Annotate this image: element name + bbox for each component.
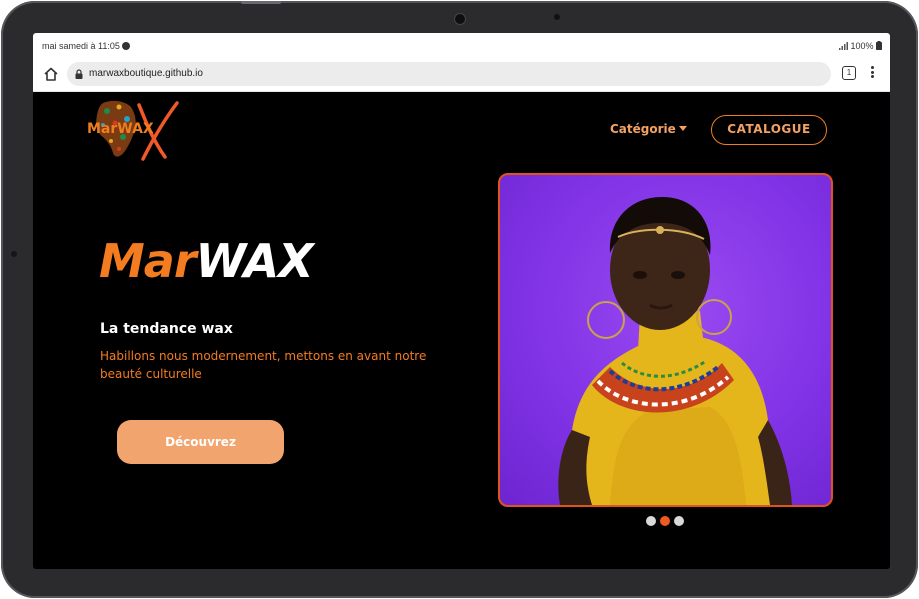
logo-text: MarWAX xyxy=(87,121,154,137)
carousel-indicators xyxy=(646,516,686,526)
hero-image xyxy=(498,173,833,507)
lock-icon xyxy=(75,69,83,79)
carousel-dot-2[interactable] xyxy=(660,516,670,526)
nav-categorie-dropdown[interactable]: Catégorie xyxy=(610,122,687,136)
notification-icon xyxy=(121,42,130,50)
signal-icon xyxy=(838,42,848,50)
status-right: 100% xyxy=(838,41,882,51)
tabs-count-button[interactable]: 1 xyxy=(842,66,856,80)
carousel-dot-1[interactable] xyxy=(646,516,656,526)
status-time: mai samedi à 11:05 xyxy=(42,41,130,51)
hero-title: MarWAX xyxy=(99,234,314,288)
hero-description: Habillons nous modernement, mettons en a… xyxy=(100,349,427,381)
tablet-frame: mai samedi à 11:05 100% marwaxboutique.g… xyxy=(1,1,918,598)
hero-title-part2: WAX xyxy=(195,234,314,288)
nav-categorie-label: Catégorie xyxy=(610,122,676,136)
side-sensor xyxy=(11,251,17,257)
home-icon[interactable] xyxy=(43,66,59,82)
caret-down-icon xyxy=(678,126,687,131)
light-sensor xyxy=(554,14,560,20)
battery-icon xyxy=(876,41,882,50)
decouvrez-button[interactable]: Découvrez xyxy=(117,420,284,464)
catalogue-button[interactable]: CATALOGUE xyxy=(711,115,827,145)
hero-subtitle: La tendance wax xyxy=(100,321,233,337)
front-camera xyxy=(455,14,465,24)
website: MarWAX Catégorie CATALOGUE MarWAX La ten… xyxy=(33,92,890,569)
model-illustration xyxy=(558,197,792,505)
status-time-text: mai samedi à 11:05 xyxy=(42,41,120,51)
site-logo[interactable]: MarWAX xyxy=(85,97,185,167)
more-menu-icon[interactable] xyxy=(869,65,875,81)
battery-percent: 100% xyxy=(850,41,874,51)
carousel-dot-3[interactable] xyxy=(674,516,684,526)
browser-toolbar: marwaxboutique.github.io 1 xyxy=(33,57,890,92)
screen: mai samedi à 11:05 100% marwaxboutique.g… xyxy=(33,33,890,569)
status-bar: mai samedi à 11:05 100% xyxy=(33,33,890,57)
url-text: marwaxboutique.github.io xyxy=(89,68,203,79)
hero-title-part1: Mar xyxy=(99,234,197,288)
power-button xyxy=(241,1,281,4)
address-bar[interactable]: marwaxboutique.github.io xyxy=(67,62,831,86)
